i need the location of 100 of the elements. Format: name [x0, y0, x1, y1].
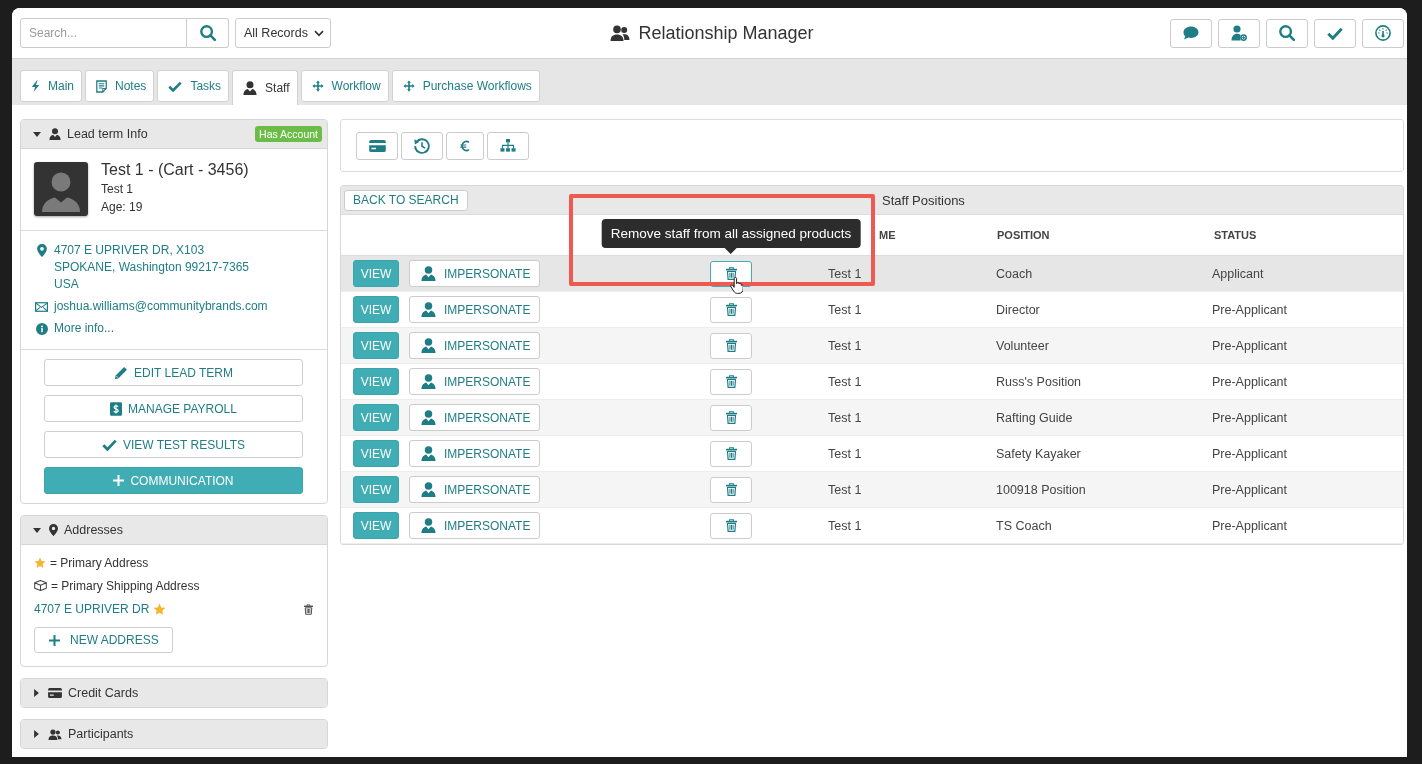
search-field[interactable]: Search... [20, 18, 187, 48]
info-icon [35, 322, 48, 335]
view-button[interactable]: VIEW [353, 332, 399, 359]
address-link[interactable]: 4707 E UPRIVER DR [34, 600, 150, 618]
hand-cursor-icon [730, 277, 743, 294]
chat-button[interactable] [1170, 18, 1212, 48]
search-button[interactable] [187, 18, 229, 48]
table-cell: Test 1 [828, 518, 862, 533]
impersonate-button[interactable]: IMPERSONATE [409, 512, 541, 539]
plus-icon [49, 634, 60, 646]
people-icon [48, 728, 62, 740]
user-icon [421, 302, 436, 317]
user-icon [243, 81, 258, 95]
user-icon [421, 410, 436, 425]
panel-header[interactable]: Credit Cards [21, 679, 327, 707]
impersonate-button[interactable]: IMPERSONATE [409, 440, 541, 467]
panel-header[interactable]: Addresses [21, 516, 327, 545]
view-button[interactable]: VIEW [353, 476, 399, 503]
map-pin-icon [36, 244, 47, 257]
four-arrows-icon [402, 80, 415, 92]
plus-icon [113, 475, 125, 486]
table-cell: Pre-Applicant [1212, 518, 1288, 533]
pencil-icon [114, 365, 129, 380]
check-button[interactable] [1314, 18, 1356, 48]
gauge-button[interactable] [1362, 18, 1404, 48]
column-header: ME [879, 229, 896, 241]
view-button[interactable]: VIEW [353, 260, 399, 287]
lead-age: Age: 19 [101, 199, 144, 216]
money-document-icon [110, 401, 123, 416]
delete-button[interactable] [710, 404, 752, 431]
check-icon [102, 438, 117, 451]
view-button[interactable]: VIEW [353, 404, 399, 431]
panel-header[interactable]: Participants [21, 720, 327, 748]
table-cell: Coach [996, 266, 1033, 281]
trash-icon [725, 303, 737, 316]
view-button[interactable]: VIEW [353, 440, 399, 467]
table-cell: Pre-Applicant [1212, 338, 1288, 353]
table-cell: Test 1 [828, 482, 862, 497]
table-cell: Rafting Guide [996, 410, 1073, 425]
impersonate-button[interactable]: IMPERSONATE [409, 260, 541, 287]
table-cell: Test 1 [828, 338, 862, 353]
delete-button[interactable] [710, 476, 752, 503]
manage-payroll-button[interactable]: MANAGE PAYROLL [44, 395, 303, 422]
trash-icon [725, 375, 737, 388]
tab[interactable]: Workflow [300, 70, 389, 102]
table-cell: TS Coach [996, 518, 1052, 533]
tab[interactable]: Staff [232, 70, 298, 105]
table-cell: Pre-Applicant [1212, 374, 1288, 389]
trash-icon [725, 339, 737, 352]
euro-button[interactable] [446, 132, 484, 160]
view-button[interactable]: VIEW [353, 512, 399, 539]
tooltip: Remove staff from all assigned products [601, 219, 861, 254]
back-to-search-button[interactable]: BACK TO SEARCH [344, 189, 468, 211]
new-address-button[interactable]: NEW ADDRESS [34, 627, 173, 653]
tab[interactable]: Notes [85, 70, 155, 102]
history-button[interactable] [401, 132, 443, 160]
table-cell: Pre-Applicant [1212, 302, 1288, 317]
search-button[interactable] [1266, 18, 1308, 48]
user-icon [421, 518, 436, 533]
edit-lead-term-button[interactable]: EDIT LEAD TERM [44, 359, 303, 386]
chat-bubble-icon [1183, 26, 1199, 40]
user-icon [421, 446, 436, 461]
check-icon [168, 80, 183, 92]
page-title: Relationship Manager [638, 22, 814, 44]
table-cell: Test 1 [828, 374, 862, 389]
view-button[interactable]: VIEW [353, 296, 399, 323]
star-icon [34, 556, 46, 569]
card-button[interactable] [356, 132, 398, 160]
more-info-link[interactable]: More info... [54, 320, 115, 337]
address-link[interactable]: 4707 E UPRIVER DR, X103 [54, 242, 249, 259]
impersonate-button[interactable]: IMPERSONATE [409, 404, 541, 431]
trash-icon[interactable] [304, 603, 313, 615]
table-cell: Director [996, 302, 1040, 317]
view-test-results-button[interactable]: VIEW TEST RESULTS [44, 431, 303, 458]
delete-button[interactable] [710, 296, 752, 323]
delete-button[interactable] [710, 440, 752, 467]
impersonate-button[interactable]: IMPERSONATE [409, 332, 541, 359]
panel-header[interactable]: Lead term Info Has Account [21, 120, 327, 149]
address-link[interactable]: USA [54, 276, 249, 293]
impersonate-button[interactable]: IMPERSONATE [409, 296, 541, 323]
delete-button[interactable] [710, 512, 752, 539]
view-button[interactable]: VIEW [353, 368, 399, 395]
tab[interactable]: Main [20, 70, 82, 102]
lead-name: Test 1 - (Cart - 3456) [101, 160, 249, 180]
table-cell: Pre-Applicant [1212, 410, 1288, 425]
tab[interactable]: Purchase Workflows [391, 70, 540, 102]
impersonate-button[interactable]: IMPERSONATE [409, 368, 541, 395]
address-link[interactable]: SPOKANE, Washington 99217-7365 [54, 259, 249, 276]
check-icon [1327, 26, 1343, 40]
delete-button[interactable] [710, 332, 752, 359]
search-icon [1279, 25, 1295, 41]
tab[interactable]: Tasks [157, 70, 230, 102]
email-link[interactable]: joshua.williams@communitybrands.com [54, 298, 268, 315]
records-dropdown[interactable]: All Records [235, 18, 331, 48]
add-user-button[interactable] [1218, 18, 1260, 48]
hierarchy-button[interactable] [487, 132, 529, 160]
impersonate-button[interactable]: IMPERSONATE [409, 476, 541, 503]
table-cell: Russ's Position [996, 374, 1082, 389]
delete-button[interactable] [710, 368, 752, 395]
communication-button[interactable]: COMMUNICATION [44, 467, 303, 494]
